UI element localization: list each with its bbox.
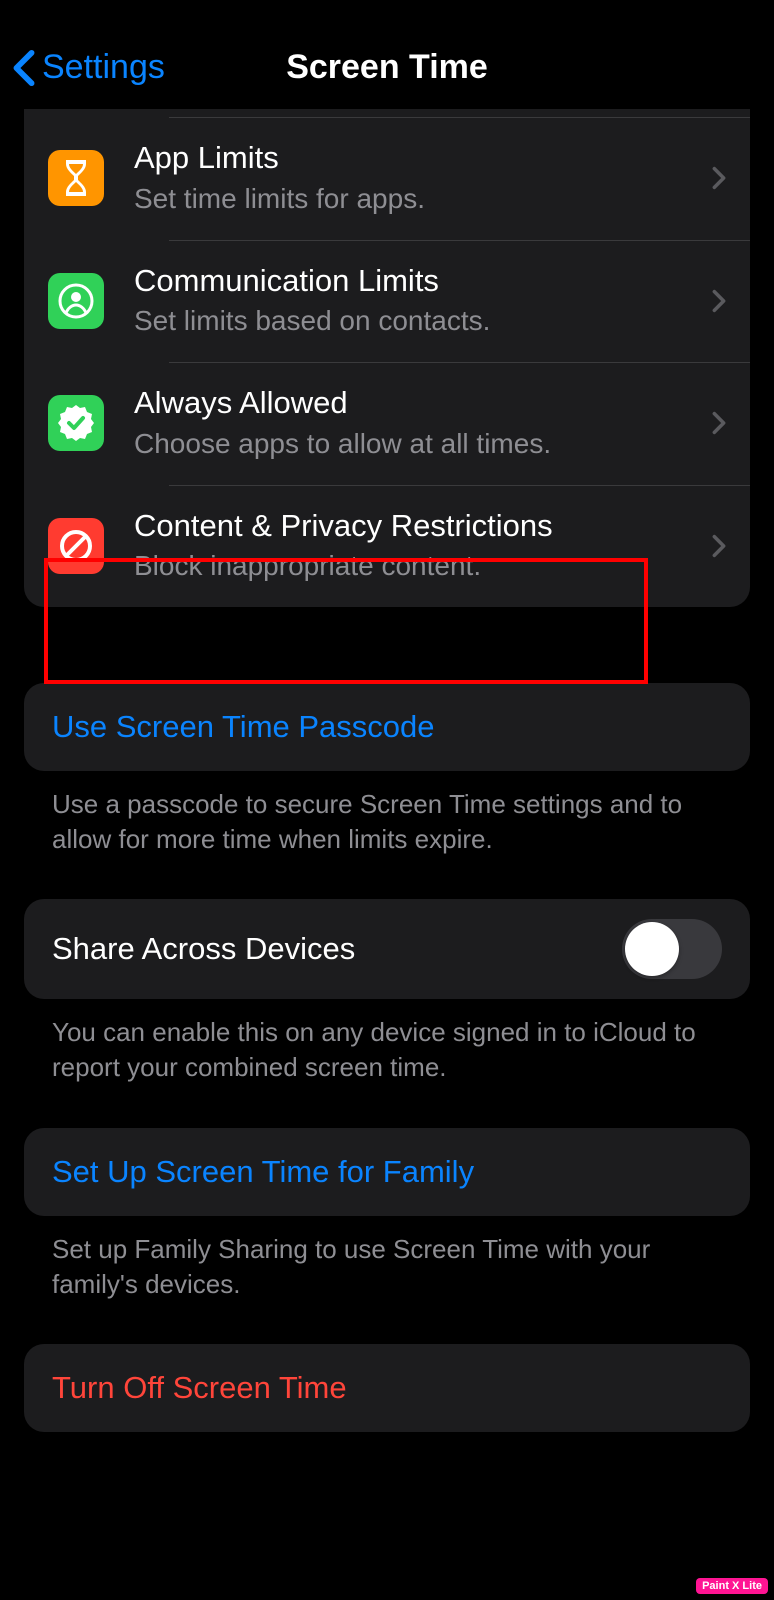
chevron-right-icon [712, 411, 726, 435]
row-text: Content & Privacy Restrictions Block ina… [134, 507, 700, 586]
row-text: Always Allowed Choose apps to allow at a… [134, 384, 700, 463]
separator [169, 362, 750, 363]
row-title: Communication Limits [134, 262, 700, 301]
row-title: App Limits [134, 139, 700, 178]
checkmark-seal-icon [48, 395, 104, 451]
row-setup-family[interactable]: Set Up Screen Time for Family [24, 1128, 750, 1216]
row-app-limits[interactable]: App Limits Set time limits for apps. [24, 117, 750, 240]
row-title: Content & Privacy Restrictions [134, 507, 700, 546]
hourglass-icon [48, 150, 104, 206]
destructive-label: Turn Off Screen Time [52, 1370, 347, 1405]
row-text: Communication Limits Set limits based on… [134, 262, 700, 341]
navigation-bar: Settings Screen Time [0, 0, 774, 109]
row-use-passcode[interactable]: Use Screen Time Passcode [24, 683, 750, 771]
footer-passcode: Use a passcode to secure Screen Time set… [0, 771, 774, 857]
settings-group-passcode: Use Screen Time Passcode [24, 683, 750, 771]
chevron-right-icon [712, 534, 726, 558]
row-subtitle: Set limits based on contacts. [134, 302, 700, 340]
footer-share: You can enable this on any device signed… [0, 999, 774, 1085]
row-share-across-devices: Share Across Devices [24, 899, 750, 999]
settings-group-family: Set Up Screen Time for Family [24, 1128, 750, 1216]
row-communication-limits[interactable]: Communication Limits Set limits based on… [24, 240, 750, 363]
settings-group-turnoff: Turn Off Screen Time [24, 1344, 750, 1432]
separator [169, 117, 750, 118]
row-always-allowed[interactable]: Always Allowed Choose apps to allow at a… [24, 362, 750, 485]
row-subtitle: Choose apps to allow at all times. [134, 425, 700, 463]
page-title: Screen Time [286, 48, 488, 87]
row-content-privacy[interactable]: Content & Privacy Restrictions Block ina… [24, 485, 750, 608]
share-toggle[interactable] [622, 919, 722, 979]
separator [169, 485, 750, 486]
watermark-badge: Paint X Lite [696, 1578, 768, 1594]
row-title: Always Allowed [134, 384, 700, 423]
separator [169, 240, 750, 241]
no-sign-icon [48, 518, 104, 574]
chevron-right-icon [712, 166, 726, 190]
toggle-knob [625, 922, 679, 976]
settings-group-limits: App Limits Set time limits for apps. Com… [24, 109, 750, 607]
settings-group-share: Share Across Devices [24, 899, 750, 999]
toggle-label: Share Across Devices [52, 931, 355, 967]
back-label: Settings [42, 48, 165, 87]
row-text: App Limits Set time limits for apps. [134, 139, 700, 218]
person-circle-icon [48, 273, 104, 329]
footer-family: Set up Family Sharing to use Screen Time… [0, 1216, 774, 1302]
row-turn-off[interactable]: Turn Off Screen Time [24, 1344, 750, 1432]
chevron-right-icon [712, 289, 726, 313]
chevron-left-icon [12, 49, 36, 87]
link-label: Use Screen Time Passcode [52, 709, 435, 744]
link-label: Set Up Screen Time for Family [52, 1154, 474, 1189]
row-subtitle: Set time limits for apps. [134, 180, 700, 218]
row-subtitle: Block inappropriate content. [134, 547, 700, 585]
back-button[interactable]: Settings [12, 48, 165, 87]
